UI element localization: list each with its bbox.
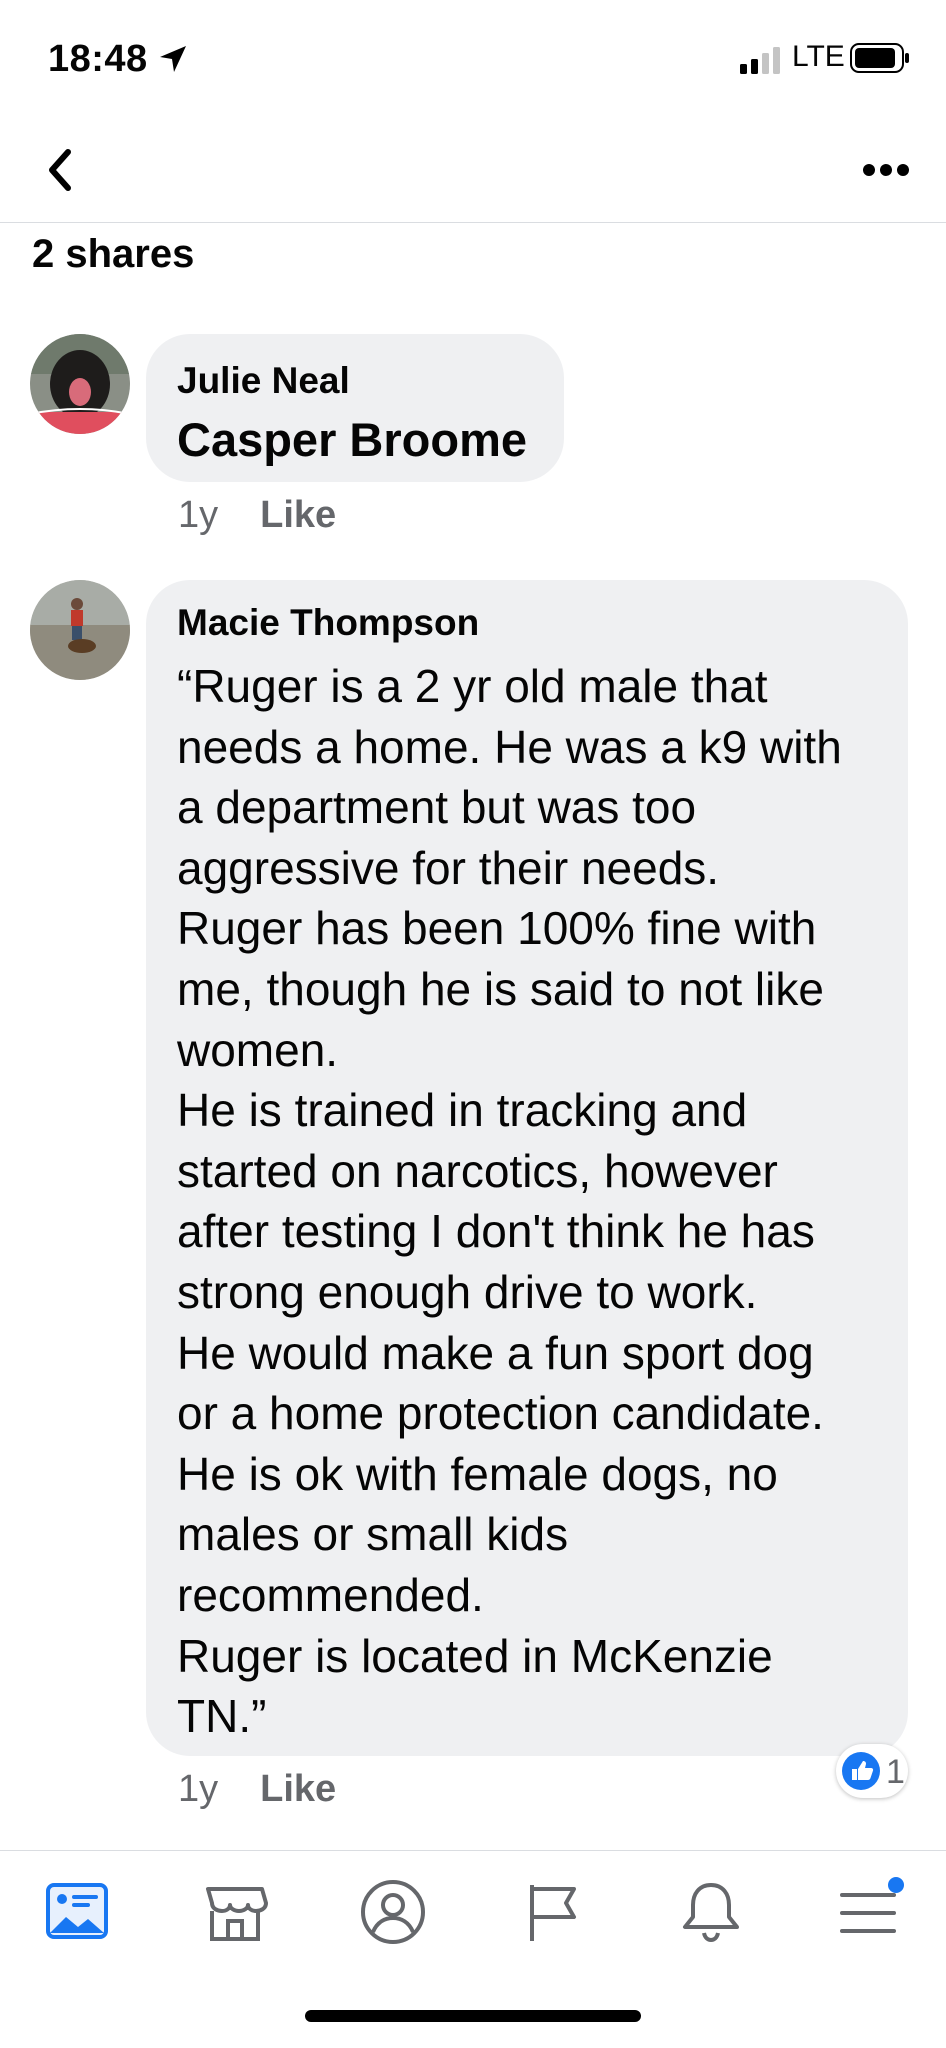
location-arrow-icon (160, 46, 186, 72)
avatar-julie-neal[interactable] (30, 334, 130, 434)
news-feed-icon[interactable] (42, 1877, 112, 1947)
person-with-dog-avatar-image (30, 580, 130, 680)
comment-text: “Ruger is a 2 yr old male that needs a h… (177, 660, 842, 1743)
home-indicator[interactable] (305, 2010, 641, 2022)
marketplace-icon[interactable] (200, 1877, 270, 1947)
avatar-macie-thompson[interactable] (30, 580, 130, 680)
comment-author[interactable]: Julie Neal (177, 360, 350, 402)
comment-mention[interactable]: Casper Broome (177, 412, 527, 467)
comment-author[interactable]: Macie Thompson (177, 602, 479, 644)
status-bar: 18:48 LTE (0, 0, 946, 118)
menu-icon[interactable] (836, 1877, 906, 1947)
comment-time: 1y (178, 1768, 219, 1810)
back-chevron-icon[interactable] (40, 142, 80, 198)
more-dots-icon[interactable] (862, 162, 910, 178)
signal-icon (740, 47, 780, 74)
reaction-summary[interactable]: 1 (836, 1744, 908, 1798)
notifications-bell-icon[interactable] (676, 1877, 746, 1947)
comment-time: 1y (178, 494, 219, 536)
pages-flag-icon[interactable] (518, 1877, 588, 1947)
reaction-count: 1 (886, 1753, 905, 1791)
shares-count[interactable]: 2 shares (32, 232, 194, 277)
comment-meta: 1y Like (178, 1768, 336, 1811)
bottom-tab-bar (0, 1850, 946, 1981)
comment-meta: 1y Like (178, 494, 336, 537)
battery-icon (850, 43, 909, 73)
like-button[interactable]: Like (260, 1768, 336, 1810)
top-navigation (0, 118, 946, 223)
comment-bubble-julie-neal[interactable]: Julie Neal Casper Broome (146, 334, 564, 482)
like-button[interactable]: Like (260, 494, 336, 536)
network-label: LTE (792, 40, 845, 73)
profile-icon[interactable] (358, 1877, 428, 1947)
dog-avatar-image (30, 334, 130, 434)
status-time: 18:48 (48, 38, 148, 80)
like-thumb-icon (842, 1752, 880, 1790)
